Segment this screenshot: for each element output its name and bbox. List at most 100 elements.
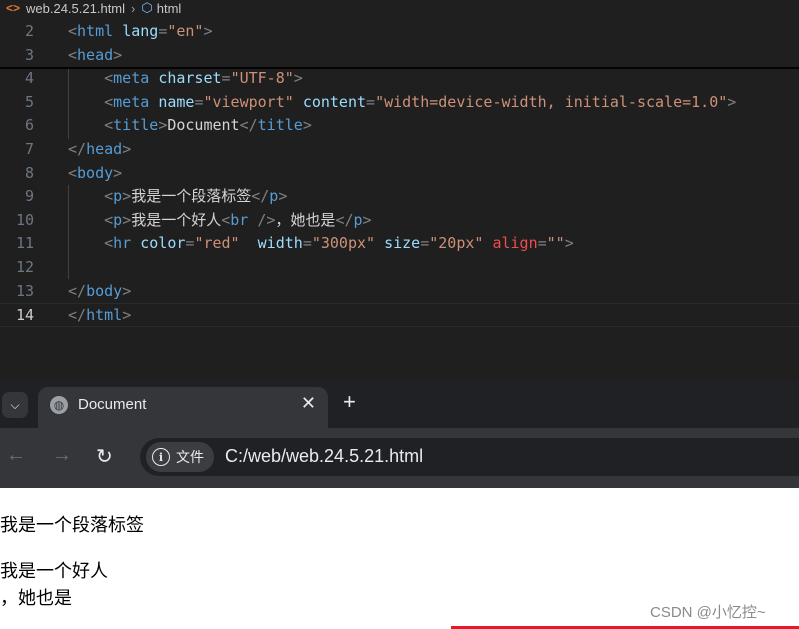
code-token: </ <box>239 116 258 135</box>
tab-document[interactable]: ◍ Document ✕ <box>38 387 328 428</box>
code-token: color <box>140 234 186 253</box>
line-number: 10 <box>15 210 34 229</box>
code-token: > <box>113 45 123 64</box>
code-line[interactable]: 12 <box>0 256 799 280</box>
breadcrumb: <> web.24.5.21.html › ⬡ html <box>0 0 799 16</box>
code-token: br <box>230 210 249 229</box>
breadcrumb-file[interactable]: web.24.5.21.html <box>26 1 125 16</box>
code-token: p <box>269 187 279 206</box>
code-token: > <box>122 140 132 158</box>
watermark: CSDN @小忆控~ <box>650 604 766 621</box>
code-token: </ <box>68 140 87 158</box>
code-token: < <box>104 210 114 229</box>
code-line[interactable]: 5 <meta name="viewport" content="width=d… <box>0 91 799 115</box>
code-token: > <box>727 92 737 111</box>
code-line[interactable]: 11 <hr color="red" width="300px" size="2… <box>0 232 799 256</box>
code-token: align <box>492 234 538 253</box>
code-text: <title>Document</title> <box>68 114 312 138</box>
code-line[interactable]: 14 </html> <box>0 303 799 327</box>
code-line[interactable]: 10 <p>我是一个好人<br />，她也是</p> <box>0 209 799 233</box>
line-number: 6 <box>24 116 34 135</box>
code-token: html <box>86 306 123 325</box>
code-token: body <box>77 163 114 182</box>
reload-icon[interactable]: ↻ <box>96 444 113 469</box>
breadcrumb-element[interactable]: html <box>157 1 182 16</box>
code-token: "20px" <box>429 234 484 253</box>
code-token: < <box>68 22 78 40</box>
chevron-right-icon: › <box>131 0 136 16</box>
code-line[interactable]: 3 <head> <box>0 44 799 68</box>
chevron-down-icon[interactable]: ⌵ <box>2 392 28 418</box>
code-line[interactable]: 2 <html lang="en"> <box>0 20 799 44</box>
code-token: > <box>203 22 213 40</box>
code-token: "red" <box>194 234 240 253</box>
line-number: 14 <box>15 306 34 325</box>
arrow-right-icon[interactable]: → <box>52 444 72 467</box>
site-info-button[interactable]: i 文件 <box>146 442 214 472</box>
site-info-label: 文件 <box>176 449 204 465</box>
code-token: > <box>302 116 312 135</box>
code-token: /> <box>257 210 276 229</box>
code-token: > <box>122 210 132 229</box>
code-token: title <box>113 116 159 135</box>
code-text: <p>我是一个好人<br />，她也是</p> <box>68 209 372 233</box>
code-token: </ <box>68 306 87 325</box>
code-line[interactable]: 13 </body> <box>0 280 799 304</box>
code-token: 我是一个段落标签 <box>131 187 252 206</box>
new-tab-button[interactable]: + <box>343 389 356 415</box>
code-token: width <box>257 234 303 253</box>
line-number: 4 <box>24 69 34 88</box>
cube-icon: ⬡ <box>141 0 153 15</box>
close-icon[interactable]: ✕ <box>301 393 316 414</box>
code-token: < <box>104 69 114 88</box>
paragraph-2-line-1: 我是一个好人 <box>0 561 108 582</box>
code-token: > <box>158 116 168 135</box>
code-token: = <box>366 92 376 111</box>
code-token: = <box>537 234 547 253</box>
code-token: </ <box>68 281 87 300</box>
code-text: <meta charset="UTF-8"> <box>68 67 303 91</box>
line-number: 8 <box>24 163 34 182</box>
code-text: <meta name="viewport" content="width=dev… <box>68 91 736 115</box>
code-token: ，她也是 <box>275 210 336 229</box>
code-token: html <box>77 22 114 40</box>
code-token: < <box>104 187 114 206</box>
code-text: </head> <box>68 138 131 162</box>
tab-strip: ⌵ ◍ Document ✕ + <box>0 380 799 428</box>
line-number: 9 <box>24 187 34 206</box>
code-text: <hr color="red" width="300px" size="20px… <box>68 232 574 256</box>
line-number: 2 <box>24 22 34 40</box>
line-number: 13 <box>15 281 34 300</box>
line-number: 5 <box>24 92 34 111</box>
code-text: </html> <box>68 304 131 328</box>
code-token: < <box>104 92 114 111</box>
code-token: > <box>122 306 132 325</box>
code-line[interactable]: 7 </head> <box>0 138 799 162</box>
line-number: 7 <box>24 140 34 158</box>
code-line[interactable]: 6 <title>Document</title> <box>0 114 799 138</box>
code-line[interactable]: 8 <body> <box>0 162 799 186</box>
url-text[interactable]: C:/web/web.24.5.21.html <box>225 446 423 467</box>
code-text: <body> <box>68 162 122 186</box>
code-token: < <box>68 163 78 182</box>
code-token: < <box>221 210 231 229</box>
address-bar[interactable]: i 文件 C:/web/web.24.5.21.html <box>140 438 799 476</box>
html-file-icon: <> <box>6 1 21 15</box>
code-token: < <box>68 45 78 64</box>
code-token: p <box>353 210 363 229</box>
code-token: > <box>278 187 288 206</box>
code-line[interactable]: 4 <meta charset="UTF-8"> <box>0 67 799 91</box>
code-token: = <box>158 22 168 40</box>
code-token: </ <box>251 187 270 206</box>
code-editor[interactable]: <> web.24.5.21.html › ⬡ html 2 <html lang… <box>0 0 799 380</box>
code-line[interactable]: 9 <p>我是一个段落标签</p> <box>0 185 799 209</box>
code-token: meta <box>113 69 150 88</box>
code-token: > <box>362 210 372 229</box>
arrow-left-icon[interactable]: ← <box>6 444 26 467</box>
code-text: <html lang="en"> <box>68 20 213 44</box>
code-token: < <box>104 116 114 135</box>
